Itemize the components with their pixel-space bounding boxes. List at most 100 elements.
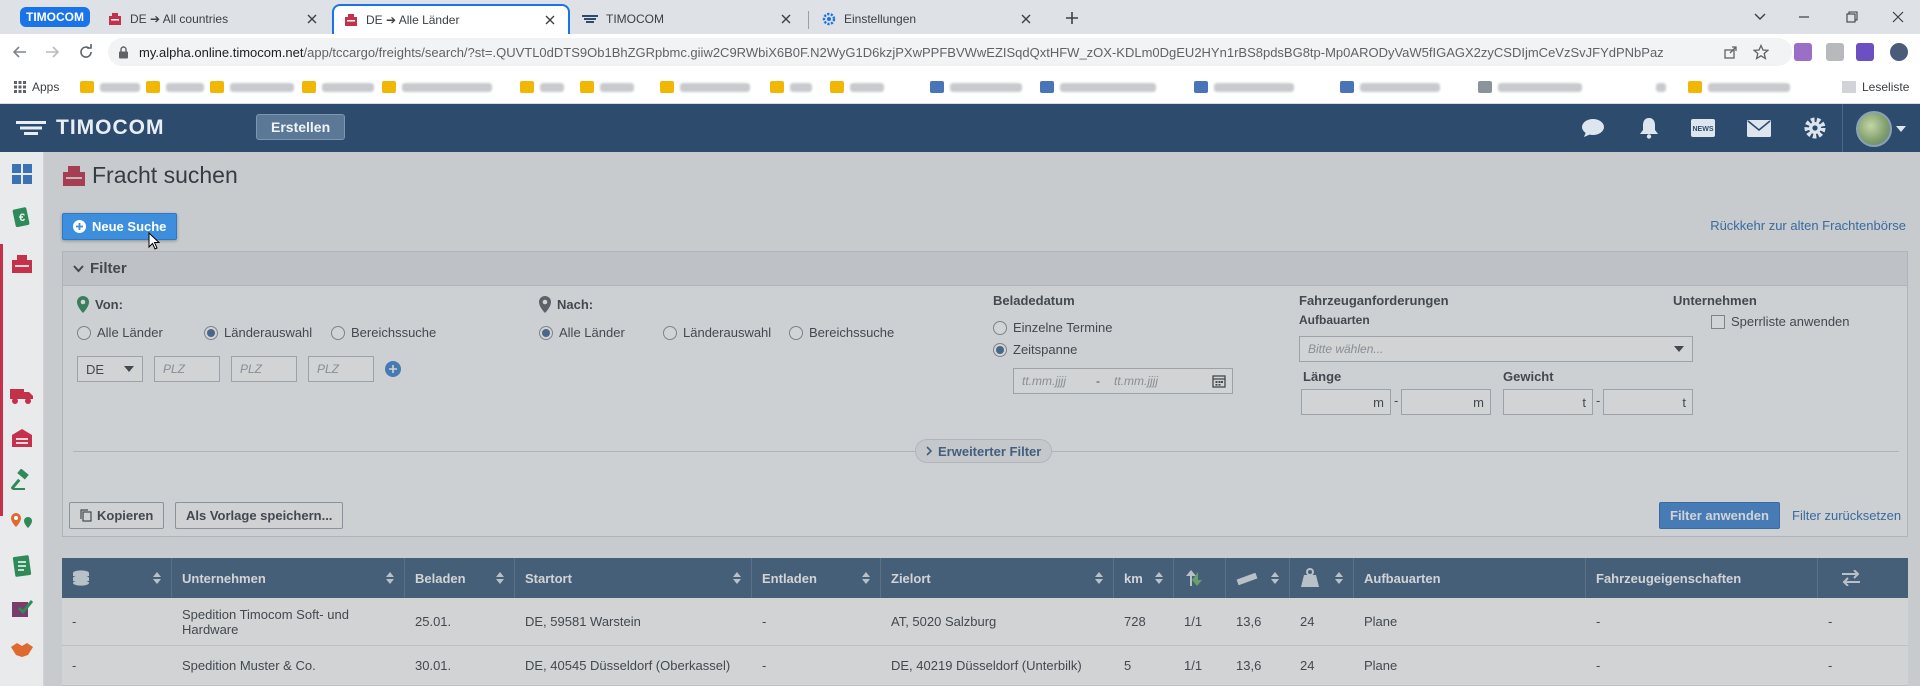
bookmark-link[interactable] [930, 79, 1022, 95]
close-icon[interactable] [778, 11, 794, 27]
col-unloading[interactable]: Entladen [752, 558, 881, 598]
handshake-icon[interactable] [10, 638, 34, 662]
star-icon[interactable] [1752, 43, 1770, 61]
length-max-input[interactable]: m [1401, 389, 1491, 415]
new-tab-button[interactable] [1060, 7, 1084, 29]
window-close-icon[interactable] [1886, 6, 1910, 28]
weight-max-input[interactable]: t [1603, 389, 1693, 415]
date-range-input[interactable]: tt.mm.jjjj - tt.mm.jjjj [1013, 368, 1233, 394]
bookmark-folder[interactable] [580, 79, 634, 95]
apply-filter-button[interactable]: Filter anwenden [1659, 502, 1780, 529]
forward-arrow-icon[interactable] [42, 42, 62, 62]
bookmark-folder[interactable] [210, 79, 294, 95]
from-option-all-countries[interactable]: Alle Länder [77, 325, 163, 340]
col-stops[interactable] [1174, 558, 1226, 598]
blocklist-checkbox[interactable]: Sperrliste anwenden [1711, 314, 1850, 329]
mail-icon[interactable] [1746, 116, 1772, 140]
bookmark-link[interactable] [1656, 79, 1666, 95]
checklist-icon[interactable] [10, 596, 34, 620]
bookmark-folder[interactable] [830, 79, 884, 95]
from-option-area-search[interactable]: Bereichssuche [331, 325, 436, 340]
back-arrow-icon[interactable] [10, 42, 30, 62]
minimize-icon[interactable] [1792, 6, 1816, 28]
checkbox[interactable] [1711, 314, 1725, 329]
reload-icon[interactable] [76, 42, 96, 62]
chevron-down-icon[interactable] [1896, 126, 1906, 132]
warehouse-icon[interactable] [10, 426, 34, 450]
radio-button[interactable] [993, 342, 1007, 357]
radio-button[interactable] [663, 325, 677, 340]
length-min-input[interactable]: m [1301, 389, 1391, 415]
create-button[interactable]: Erstellen [256, 114, 346, 140]
calendar-icon[interactable] [1212, 374, 1226, 388]
from-zip-input-2[interactable]: PLZ [231, 356, 297, 382]
return-old-exchange-link[interactable]: Rückkehr zur alten Frachtenbörse [1710, 218, 1906, 233]
body-types-select[interactable]: Bitte wählen... [1299, 336, 1693, 362]
from-zip-input-1[interactable]: PLZ [154, 356, 220, 382]
col-length[interactable] [1226, 558, 1290, 598]
col-km[interactable]: km [1114, 558, 1174, 598]
bookmark-folder[interactable] [1688, 79, 1790, 95]
apps-bookmark[interactable]: Apps [14, 79, 59, 95]
to-option-area-search[interactable]: Bereichssuche [789, 325, 894, 340]
weight-min-input[interactable]: t [1503, 389, 1593, 415]
from-option-country-selection[interactable]: Länderauswahl [204, 325, 312, 340]
tab-group-chip[interactable]: TIMOCOM [20, 7, 90, 27]
url-field[interactable]: my.alpha.online.timocom.net/app/tccargo/… [108, 38, 1792, 66]
browser-tab-timocom[interactable]: TIMOCOM [572, 4, 804, 34]
col-weight[interactable] [1290, 558, 1354, 598]
gear-icon[interactable] [1802, 116, 1828, 140]
extension-icon[interactable] [1856, 43, 1874, 61]
restore-icon[interactable] [1840, 6, 1864, 28]
avatar[interactable] [1856, 111, 1892, 147]
bookmark-folder[interactable] [80, 79, 140, 95]
chat-icon[interactable] [1580, 116, 1606, 140]
from-country-select[interactable]: DE [77, 356, 143, 382]
copy-button[interactable]: Kopieren [69, 502, 165, 529]
col-exchange[interactable] [1818, 558, 1908, 598]
bookmark-folder[interactable] [770, 79, 812, 95]
truck-icon[interactable] [10, 384, 34, 408]
browser-tab-settings[interactable]: Einstellungen [812, 4, 1044, 34]
radio-button[interactable] [539, 325, 553, 340]
col-loading[interactable]: Beladen [405, 558, 515, 598]
payment-icon[interactable]: € [10, 205, 34, 229]
col-destination[interactable]: Zielort [881, 558, 1114, 598]
col-vehicle-properties[interactable]: Fahrzeugeigenschaften [1586, 558, 1818, 598]
bookmark-link[interactable] [1340, 79, 1440, 95]
radio-button[interactable] [77, 325, 91, 340]
radio-button[interactable] [789, 325, 803, 340]
location-pins-icon[interactable] [10, 510, 34, 534]
save-template-button[interactable]: Als Vorlage speichern... [175, 502, 344, 529]
share-icon[interactable] [1722, 43, 1740, 61]
browser-tab-alle-laender[interactable]: DE ➔ Alle Länder [332, 4, 570, 34]
loading-date-range[interactable]: Zeitspanne [993, 342, 1077, 357]
col-origin[interactable]: Startort [515, 558, 752, 598]
extension-icon[interactable] [1826, 43, 1844, 61]
bookmark-folder[interactable] [520, 79, 564, 95]
document-list-icon[interactable] [10, 554, 34, 578]
bookmark-link[interactable] [1194, 79, 1294, 95]
new-search-button[interactable]: Neue Suche [62, 213, 178, 240]
browser-tab-all-countries[interactable]: DE ➔ All countries [98, 4, 330, 34]
close-icon[interactable] [1018, 11, 1034, 27]
from-zip-input-3[interactable]: PLZ [308, 356, 374, 382]
bookmark-folder[interactable] [660, 79, 750, 95]
bookmark-link[interactable] [1040, 79, 1156, 95]
radio-button[interactable] [993, 320, 1007, 335]
profile-icon[interactable] [1890, 43, 1908, 61]
dashboard-icon[interactable] [10, 162, 34, 186]
timocom-logo[interactable]: TIMOCOM [16, 116, 164, 140]
loading-date-single[interactable]: Einzelne Termine [993, 320, 1112, 335]
reset-filter-link[interactable]: Filter zurücksetzen [1792, 508, 1901, 523]
tab-search-chevron-icon[interactable] [1748, 6, 1772, 28]
extension-icon[interactable] [1794, 43, 1812, 61]
bell-icon[interactable] [1636, 116, 1662, 140]
bookmark-folder[interactable] [382, 79, 492, 95]
close-icon[interactable] [542, 12, 558, 28]
to-option-all-countries[interactable]: Alle Länder [539, 325, 625, 340]
col-price[interactable] [62, 558, 172, 598]
filter-header[interactable]: Filter [63, 252, 1907, 286]
add-zip-button[interactable] [385, 361, 401, 377]
news-icon[interactable]: NEWS [1690, 116, 1716, 140]
